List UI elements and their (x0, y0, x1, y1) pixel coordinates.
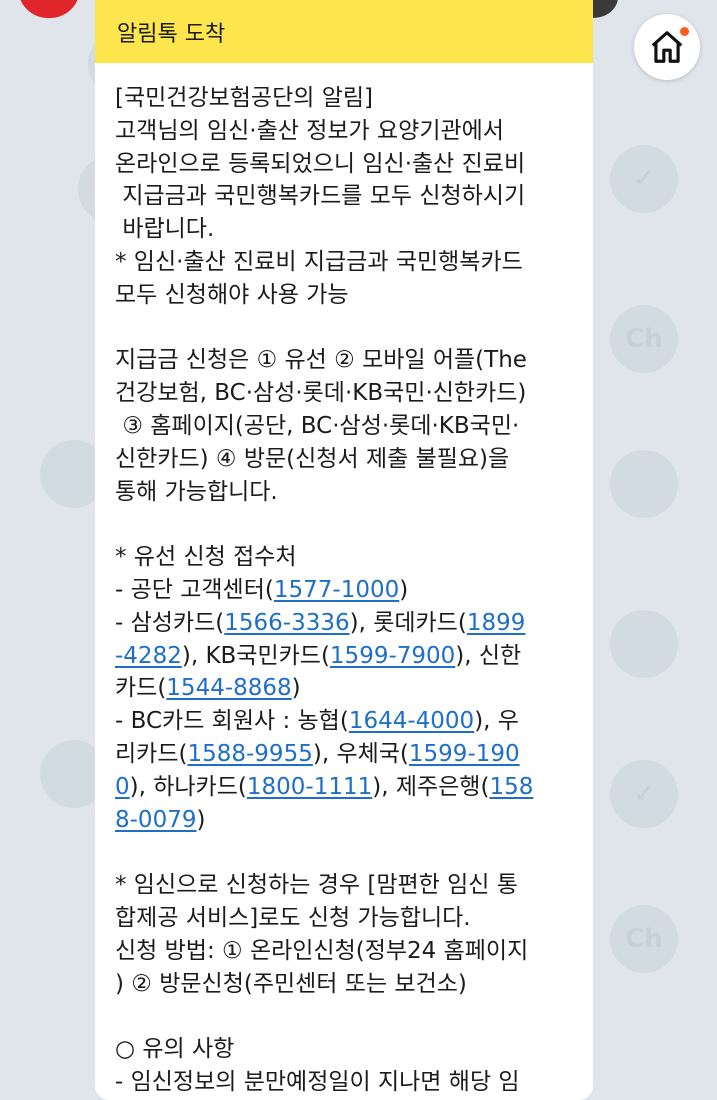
message-line: 8-0079) (115, 804, 575, 837)
message-text: 신한카드) ④ 방문(신청서 제출 불필요)을 (115, 445, 510, 472)
message-text: ) ② 방문신청(주민센터 또는 보건소) (115, 970, 467, 997)
background-watermark-icon: ✓ (610, 760, 678, 828)
message-line: - 공단 고객센터(1577-1000) (115, 574, 575, 607)
message-line: 신청 방법: ① 온라인신청(정부24 홈페이지 (115, 935, 575, 968)
message-text: ), 신한 (455, 642, 522, 669)
message-text: * 임신·출산 진료비 지급금과 국민행복카드 (115, 248, 523, 275)
message-text: 지급금과 국민행복카드를 모두 신청하시기 (115, 183, 526, 210)
sender-avatar[interactable] (18, 0, 80, 18)
message-line: 고객님의 임신·출산 정보가 요양기관에서 (115, 115, 575, 148)
phone-number-link[interactable]: 0 (115, 774, 130, 800)
message-line: - 임신정보의 분만예정일이 지나면 해당 임 (115, 1066, 575, 1099)
message-line: 리카드(1588-9955), 우체국(1599-190 (115, 738, 575, 771)
notification-dot (680, 27, 689, 36)
message-text: - 공단 고객센터( (115, 576, 274, 603)
message-text: ), 우 (474, 708, 519, 735)
message-line: -4282), KB국민카드(1599-7900), 신한 (115, 640, 575, 673)
phone-number-link[interactable]: 1644-4000 (349, 708, 474, 734)
message-text: ), 우체국( (312, 740, 409, 767)
message-text: 모두 신청해야 사용 가능 (115, 281, 349, 308)
phone-number-link[interactable]: 1599-190 (409, 741, 520, 767)
message-line: 건강보험, BC·삼성·롯데·KB국민·신한카드) (115, 377, 575, 410)
message-line: ○ 유의 사항 (115, 1033, 575, 1066)
message-line: 지급금 신청은 ① 유선 ② 모바일 어플(The (115, 344, 575, 377)
message-text: - 임신정보의 분만예정일이 지나면 해당 임 (115, 1068, 520, 1095)
message-line (115, 508, 575, 541)
phone-number-link[interactable]: 1588-9955 (187, 741, 312, 767)
phone-number-link[interactable]: 1800-1111 (247, 774, 372, 800)
message-text: 카드( (115, 675, 167, 702)
message-line: 0), 하나카드(1800-1111), 제주은행(158 (115, 771, 575, 804)
phone-number-link[interactable]: 1544-8868 (166, 675, 291, 701)
background-watermark-icon: Ch (610, 905, 678, 973)
phone-number-link[interactable]: 1599-7900 (330, 643, 455, 669)
message-text: * 임신으로 신청하는 경우 [맘편한 임신 통 (115, 872, 518, 899)
message-line: 합제공 서비스]로도 신청 가능합니다. (115, 902, 575, 935)
message-text: ○ 유의 사항 (115, 1036, 235, 1063)
message-line: 지급금과 국민행복카드를 모두 신청하시기 (115, 180, 575, 213)
message-line (115, 836, 575, 869)
message-text: ), 하나카드( (129, 773, 247, 800)
alimtalk-message-bubble: 알림톡 도착 [국민건강보험공단의 알림] 고객님의 임신·출산 정보가 요양기관… (95, 0, 593, 1100)
message-line: ③ 홈페이지(공단, BC·삼성·롯데·KB국민· (115, 410, 575, 443)
message-line: 카드(1544-8868) (115, 672, 575, 705)
message-text: - 삼성카드( (115, 609, 225, 636)
message-line (115, 1000, 575, 1033)
message-line: ) ② 방문신청(주민센터 또는 보건소) (115, 968, 575, 1001)
message-line: - BC카드 회원사 : 농협(1644-4000), 우 (115, 705, 575, 738)
message-text: 건강보험, BC·삼성·롯데·KB국민·신한카드) (115, 380, 527, 407)
phone-number-link[interactable]: 8-0079 (115, 807, 196, 833)
background-watermark-icon (610, 610, 678, 678)
phone-number-link[interactable]: -4282 (115, 643, 182, 669)
background-watermark-icon: Ch (610, 305, 678, 373)
message-line: * 유선 신청 접수처 (115, 541, 575, 574)
phone-number-link[interactable]: 1899 (467, 610, 526, 636)
message-line: [국민건강보험공단의 알림] (115, 82, 575, 115)
message-line: 통해 가능합니다. (115, 476, 575, 509)
message-text: 온라인으로 등록되었으니 임신·출산 진료비 (115, 150, 526, 177)
background-watermark-icon (610, 450, 678, 518)
message-text: 지급금 신청은 ① 유선 ② 모바일 어플(The (115, 347, 527, 374)
message-text: 신청 방법: ① 온라인신청(정부24 홈페이지 (115, 937, 529, 964)
message-text: ) (399, 576, 409, 603)
message-text: ) (291, 675, 301, 702)
message-text: ), 롯데카드( (349, 609, 467, 636)
message-line: 온라인으로 등록되었으니 임신·출산 진료비 (115, 148, 575, 181)
message-header-title: 알림톡 도착 (117, 21, 226, 47)
message-line: - 삼성카드(1566-3336), 롯데카드(1899 (115, 607, 575, 640)
message-text: 고객님의 임신·출산 정보가 요양기관에서 (115, 117, 504, 144)
message-line: * 임신으로 신청하는 경우 [맘편한 임신 통 (115, 869, 575, 902)
phone-number-link[interactable]: 158 (489, 774, 533, 800)
message-line: * 임신·출산 진료비 지급금과 국민행복카드 (115, 246, 575, 279)
message-text: ), KB국민카드( (181, 642, 330, 669)
phone-number-link[interactable]: 1577-1000 (274, 577, 399, 603)
message-text: 리카드( (115, 740, 188, 767)
message-text: ), 제주은행( (372, 773, 490, 800)
message-header: 알림톡 도착 (95, 0, 593, 63)
message-line: 바랍니다. (115, 213, 575, 246)
background-watermark-icon: ✓ (610, 145, 678, 213)
message-line: 모두 신청해야 사용 가능 (115, 279, 575, 312)
home-button[interactable] (634, 14, 700, 80)
message-line (115, 312, 575, 345)
message-text: 통해 가능합니다. (115, 478, 278, 505)
message-text: ③ 홈페이지(공단, BC·삼성·롯데·KB국민· (115, 412, 520, 439)
message-text: 합제공 서비스]로도 신청 가능합니다. (115, 904, 471, 931)
message-text: 바랍니다. (115, 216, 215, 243)
message-body: [국민건강보험공단의 알림] 고객님의 임신·출산 정보가 요양기관에서온라인으로… (95, 63, 593, 1099)
message-text: [국민건강보험공단의 알림] (115, 85, 374, 111)
phone-number-link[interactable]: 1566-3336 (224, 610, 349, 636)
message-line: 신한카드) ④ 방문(신청서 제출 불필요)을 (115, 443, 575, 476)
message-text: - BC카드 회원사 : 농협( (115, 708, 349, 735)
message-text: ) (196, 806, 206, 833)
message-text: * 유선 신청 접수처 (115, 544, 297, 571)
